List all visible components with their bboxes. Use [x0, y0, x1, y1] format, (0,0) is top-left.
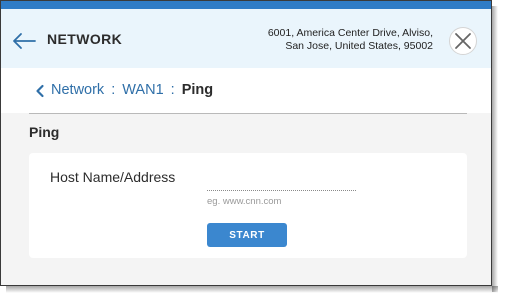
app-window: NETWORK 6001, America Center Drive, Alvi… [0, 0, 492, 286]
breadcrumb: Network : WAN1 : Ping [51, 82, 213, 98]
breadcrumb-separator: : [170, 82, 175, 98]
window-shadow-right [492, 6, 498, 292]
close-button[interactable] [449, 27, 477, 55]
breadcrumb-separator: : [111, 82, 116, 98]
page-title: NETWORK [47, 31, 123, 47]
section-title: Ping [29, 124, 60, 140]
header-bar: NETWORK 6001, America Center Drive, Alvi… [1, 9, 491, 68]
window-shadow-bottom [6, 286, 498, 293]
host-hint: eg. www.cnn.com [207, 196, 282, 207]
breadcrumb-item-network[interactable]: Network [51, 82, 104, 98]
back-button[interactable] [11, 29, 37, 53]
breadcrumb-bar: Network : WAN1 : Ping [1, 68, 491, 114]
location-address: 6001, America Center Drive, Alviso, San … [268, 27, 433, 53]
top-accent-bar [1, 1, 491, 9]
divider [29, 113, 467, 114]
breadcrumb-back-button[interactable] [35, 84, 45, 98]
start-button[interactable]: START [207, 223, 287, 247]
address-line-2: San Jose, United States, 95002 [285, 40, 433, 52]
arrow-left-icon [13, 33, 36, 49]
breadcrumb-current: Ping [181, 82, 214, 98]
chevron-left-icon [36, 84, 44, 98]
ping-card: Host Name/Address eg. www.cnn.com START [29, 153, 467, 258]
host-input[interactable] [207, 173, 356, 191]
host-label: Host Name/Address [50, 169, 176, 185]
breadcrumb-item-wan1[interactable]: WAN1 [122, 82, 163, 98]
address-line-1: 6001, America Center Drive, Alviso, [267, 27, 433, 39]
close-icon [455, 33, 471, 49]
